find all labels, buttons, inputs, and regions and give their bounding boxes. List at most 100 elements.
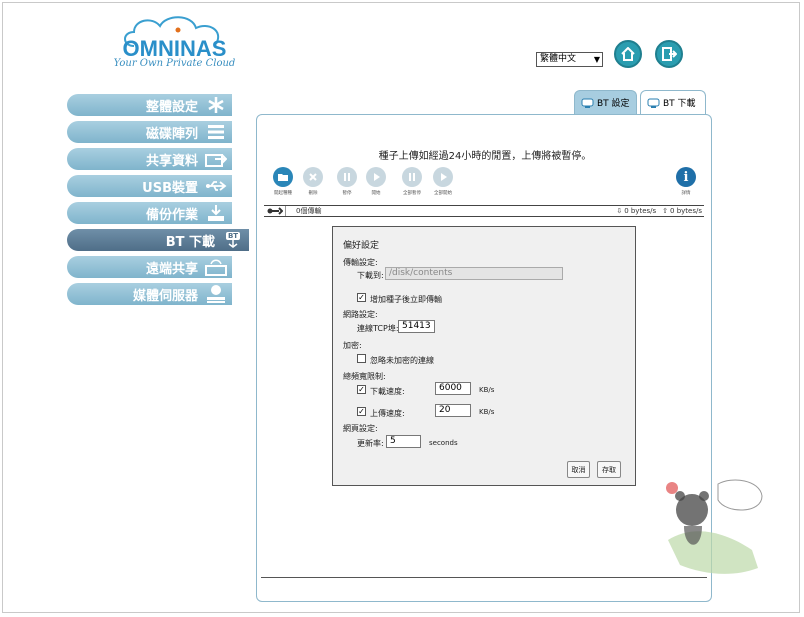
- logout-icon: [662, 47, 677, 61]
- sidebar-item-label: USB裝置: [142, 180, 198, 196]
- play-all-icon: [433, 167, 453, 187]
- dialog-title: 偏好設定: [343, 241, 380, 251]
- sidebar-item-remote-share[interactable]: 遠端共享: [67, 256, 232, 278]
- refresh-label: 更新率:: [357, 439, 384, 448]
- sidebar-item-label: 備份作業: [145, 207, 198, 223]
- sidebar-item-label: 媒體伺服器: [132, 288, 198, 304]
- toolbar-label: 全部開始: [434, 191, 452, 196]
- tab-bt-settings[interactable]: BT 設定: [574, 90, 637, 114]
- logo: OMNINAS Your Own Private Cloud: [112, 12, 237, 74]
- cancel-button[interactable]: 取消: [567, 461, 590, 478]
- tab-label: BT 設定: [597, 99, 630, 109]
- logo-tagline: Your Own Private Cloud: [113, 58, 236, 69]
- sidebar-item-label: 共享資料: [145, 153, 198, 169]
- remove-button[interactable]: 刪除: [300, 167, 326, 196]
- download-speed-field[interactable]: 6000: [435, 382, 471, 395]
- sidebar-item-label: 遠端共享: [145, 261, 198, 277]
- save-button[interactable]: 存取: [597, 461, 621, 478]
- chevron-down-icon: ▼: [593, 55, 600, 64]
- refresh-unit: seconds: [429, 439, 458, 447]
- pause-icon: [337, 167, 357, 187]
- network-section-label: 網路設定:: [343, 310, 378, 319]
- bandwidth-section-label: 總頻寬限制:: [343, 372, 386, 381]
- close-icon: [303, 167, 323, 187]
- bt-icon: BT: [221, 231, 245, 249]
- port-field[interactable]: 51413: [398, 320, 435, 333]
- usb-icon: [204, 177, 228, 195]
- home-icon: [621, 47, 635, 61]
- panel-divider: [261, 577, 707, 578]
- sidebar-item-backup[interactable]: 備份作業: [67, 202, 232, 224]
- pause-all-button[interactable]: 全部暫停: [399, 167, 425, 196]
- sidebar-item-shared-data[interactable]: 共享資料: [67, 148, 232, 170]
- idle-notice: 種子上傳如經過24小時的閒置，上傳將被暫停。: [378, 151, 592, 162]
- download-speed-checkbox[interactable]: ✓: [357, 385, 366, 394]
- bt-download-icon: [647, 98, 660, 108]
- add-seeds-checkbox[interactable]: ✓: [357, 293, 366, 302]
- sidebar-item-usb[interactable]: USB裝置: [67, 175, 232, 197]
- settings-wrench-button[interactable]: [264, 206, 286, 216]
- upload-speed-status: ⇧ 0 bytes/s: [662, 207, 702, 215]
- download-to-label: 下載到:: [357, 271, 384, 280]
- sidebar-item-label: 磁碟陣列: [145, 126, 198, 142]
- download-speed-value: 0 bytes/s: [624, 207, 657, 215]
- sidebar-item-raid[interactable]: 磁碟陣列: [67, 121, 232, 143]
- web-section-label: 網頁設定:: [343, 424, 378, 433]
- wrench-icon: [267, 207, 283, 215]
- sidebar-item-label: 整體設定: [145, 99, 198, 115]
- upload-speed-value: 0 bytes/s: [670, 207, 702, 215]
- media-server-icon: [204, 285, 228, 303]
- toolbar-label: 暫停: [342, 191, 352, 196]
- language-value: 繁體中文: [540, 54, 577, 64]
- watermark-bear-logo: [662, 470, 772, 580]
- toolbar-label: 開起種種: [274, 191, 292, 196]
- tab-bt-download[interactable]: BT 下載: [640, 90, 706, 114]
- preferences-dialog: 偏好設定 傳輸設定: 下載到: /disk/contents ✓ 增加種子後立即…: [332, 226, 636, 486]
- home-button[interactable]: [614, 40, 642, 68]
- upload-speed-unit: KB/s: [479, 408, 495, 416]
- ignore-unencrypted-checkbox[interactable]: [357, 354, 366, 363]
- port-label: 連線TCP埠:: [357, 324, 399, 333]
- upload-speed-label: 上傳速度:: [370, 409, 405, 418]
- upload-speed-field[interactable]: 20: [435, 404, 471, 417]
- status-bar: 0個傳輸 ⇩ 0 bytes/s ⇧ 0 bytes/s: [264, 205, 704, 217]
- pause-button[interactable]: 暫停: [334, 167, 360, 196]
- asterisk-icon: [204, 96, 228, 114]
- share-folder-icon: [204, 150, 228, 168]
- sidebar-item-general-settings[interactable]: 整體設定: [67, 94, 232, 116]
- sidebar: 整體設定 磁碟陣列 共享資料 USB裝置 備份作業 BT 下載 BT 遠端共享 …: [67, 94, 249, 310]
- play-icon: [366, 167, 386, 187]
- add-seeds-label: 增加種子後立即傳輸: [370, 295, 442, 304]
- start-button[interactable]: 開始: [363, 167, 389, 196]
- upload-speed-checkbox[interactable]: ✓: [357, 407, 366, 416]
- info-icon: i: [676, 167, 696, 187]
- backup-icon: [204, 204, 228, 222]
- info-button[interactable]: i 詳情: [673, 167, 699, 196]
- arrow-down-icon: ⇩: [616, 207, 623, 215]
- start-all-button[interactable]: 全部開始: [430, 167, 456, 196]
- ignore-unencrypted-label: 忽略未加密的連線: [370, 356, 434, 365]
- transfer-count: 0個傳輸: [296, 207, 322, 215]
- sidebar-item-bt-download[interactable]: BT 下載 BT: [67, 229, 249, 251]
- language-select[interactable]: 繁體中文 ▼: [536, 52, 603, 67]
- folder-open-icon: [273, 167, 293, 187]
- raid-icon: [204, 123, 228, 141]
- toolbar-label: 全部暫停: [403, 191, 421, 196]
- toolbar-label: 詳情: [681, 191, 691, 196]
- remote-share-icon: [204, 258, 228, 276]
- arrow-up-icon: ⇧: [662, 207, 669, 215]
- toolbar-label: 開始: [371, 191, 381, 196]
- logout-button[interactable]: [655, 40, 683, 68]
- download-speed-unit: KB/s: [479, 386, 495, 394]
- sidebar-item-media-server[interactable]: 媒體伺服器: [67, 283, 232, 305]
- transfer-section-label: 傳輸設定:: [343, 258, 378, 267]
- encryption-section-label: 加密:: [343, 341, 362, 350]
- download-speed-status: ⇩ 0 bytes/s: [616, 207, 656, 215]
- open-torrent-button[interactable]: 開起種種: [270, 167, 296, 196]
- download-path-field[interactable]: /disk/contents: [385, 267, 563, 280]
- sidebar-item-label: BT 下載: [165, 234, 215, 250]
- refresh-field[interactable]: 5: [386, 435, 421, 448]
- bt-badge: BT: [225, 232, 241, 240]
- tab-label: BT 下載: [663, 99, 696, 109]
- toolbar-label: 刪除: [308, 191, 318, 196]
